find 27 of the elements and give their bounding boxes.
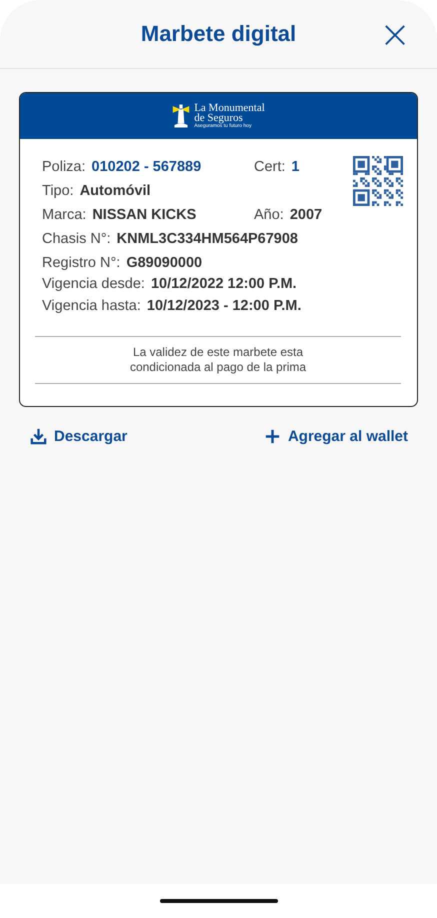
field-label: Vigencia hasta: xyxy=(42,298,141,314)
notice-text: La validez de este marbete esta condicionada al pago de la prima xyxy=(128,345,308,375)
field-value: 1 xyxy=(291,159,300,175)
action-link[interactable]: Descargar xyxy=(29,427,128,446)
qr-code xyxy=(353,156,403,206)
field-value: 10/12/2022 12:00 P.M. xyxy=(150,276,297,292)
action-link[interactable]: Agregar al wallet xyxy=(262,427,408,446)
field-label: Año: xyxy=(254,207,284,223)
field-value: 2007 xyxy=(290,207,322,223)
field-label: Vigencia desde: xyxy=(42,276,145,292)
field-value: 10/12/2023 - 12:00 P.M. xyxy=(146,298,302,314)
field-value: G89090000 xyxy=(126,254,202,270)
field-label: Chasis N°: xyxy=(42,231,111,247)
field-label: Tipo: xyxy=(42,183,74,199)
field-value: 010202 - 567889 xyxy=(92,159,202,175)
brand-name: La Monumental xyxy=(194,102,265,112)
field-label: Poliza: xyxy=(42,159,86,175)
screen-title: Marbete digital xyxy=(140,21,296,47)
field-value: Automóvil xyxy=(80,183,151,199)
close-button[interactable]: × xyxy=(375,16,415,52)
brand-name: de Seguros xyxy=(194,112,244,122)
field-label: Registro N°: xyxy=(42,254,120,270)
field-label: Cert: xyxy=(254,159,286,175)
download-icon xyxy=(29,427,48,446)
field-label: Marca: xyxy=(42,207,86,223)
field-value: NISSAN KICKS xyxy=(92,207,196,223)
field-value: KNML3C334HM564P67908 xyxy=(116,231,298,247)
